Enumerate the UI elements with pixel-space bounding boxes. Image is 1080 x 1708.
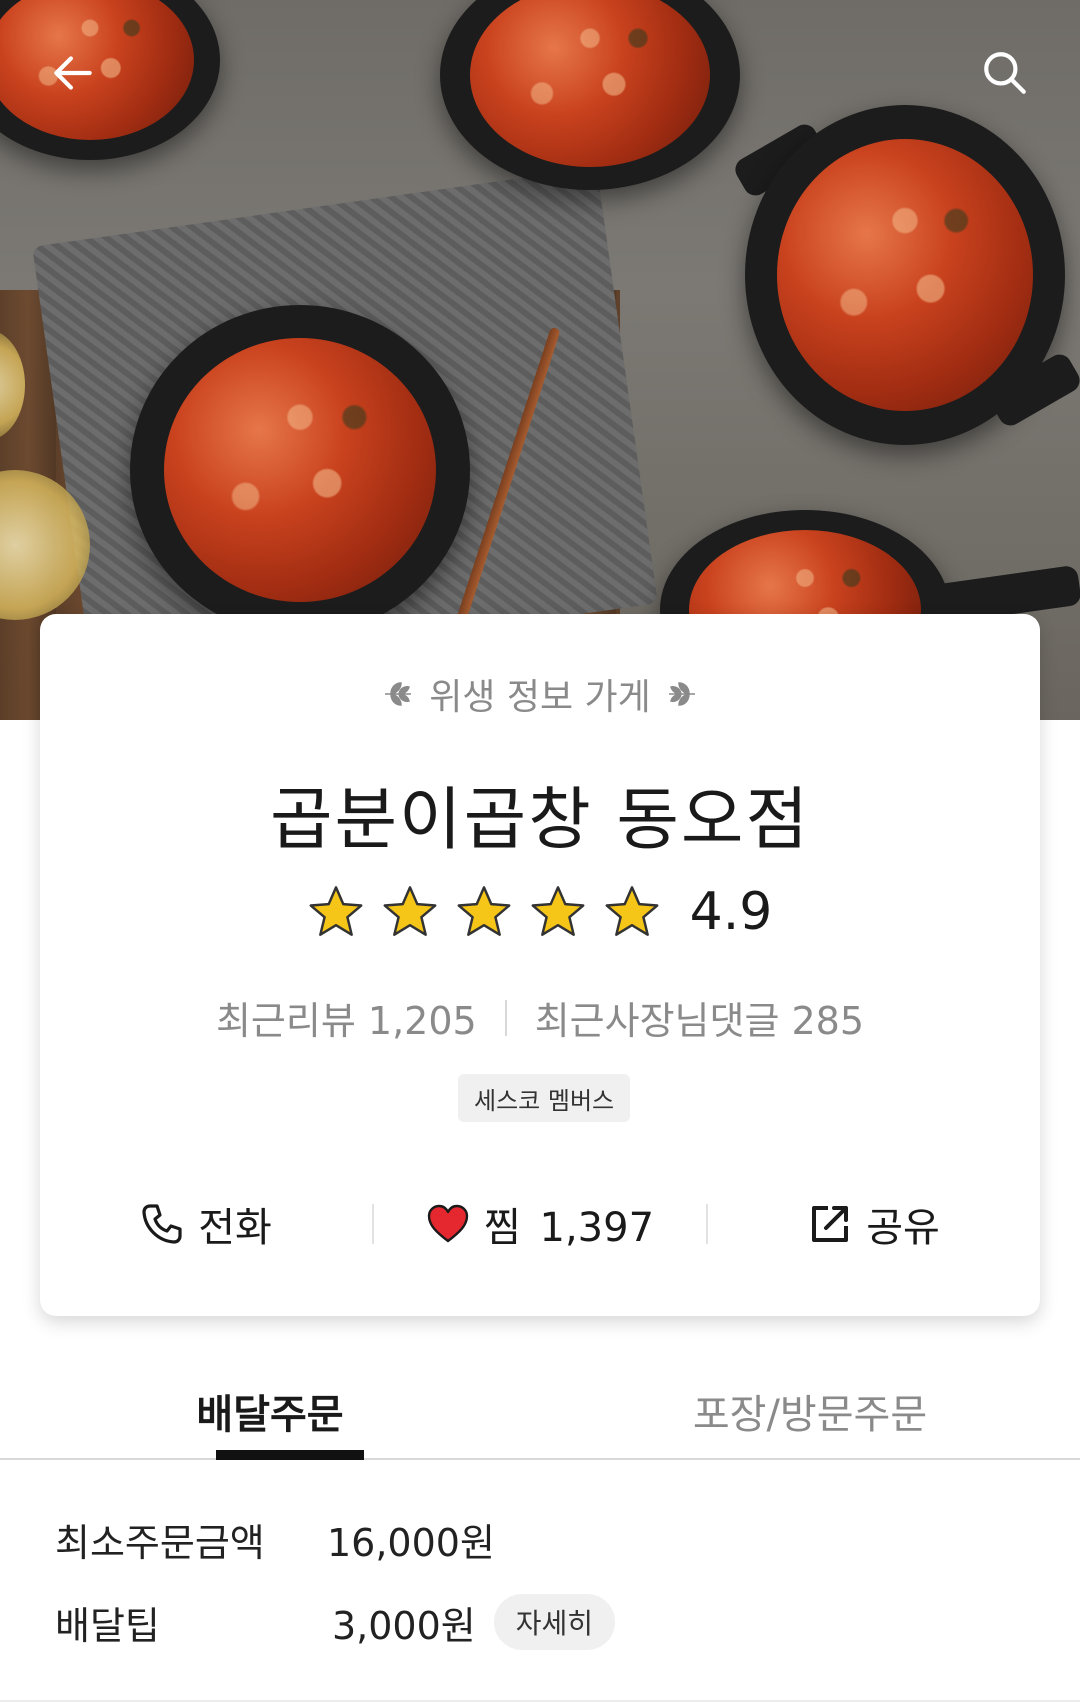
call-button[interactable]: 전화 xyxy=(40,1195,372,1253)
heart-icon xyxy=(427,1204,469,1243)
delivery-tip-detail-button[interactable]: 자세히 xyxy=(493,1594,616,1650)
hygiene-info-label[interactable]: 위생 정보 가게 xyxy=(40,668,1040,720)
share-button[interactable]: 공유 xyxy=(708,1195,1040,1253)
review-counts: 최근리뷰 1,205 최근사장님댓글 285 xyxy=(40,990,1040,1045)
favorite-label: 찜 1,397 xyxy=(484,1195,654,1253)
cesco-members-badge: 세스코 멤버스 xyxy=(458,1074,631,1122)
delivery-tip-label: 배달팁 xyxy=(55,1603,160,1648)
tab-pickup[interactable]: 포장/방문주문 xyxy=(540,1370,1080,1458)
star-icon xyxy=(457,886,511,936)
hygiene-label-text: 위생 정보 가게 xyxy=(429,677,651,718)
arrow-left-icon xyxy=(54,56,92,90)
min-order-row: 최소주문금액 16,000원 xyxy=(55,1512,1015,1567)
min-order-label: 최소주문금액 xyxy=(55,1521,265,1565)
store-action-bar: 전화 찜 1,397 공유 xyxy=(40,1194,1040,1254)
star-icon xyxy=(605,886,659,936)
favorite-count: 1,397 xyxy=(539,1205,655,1251)
food-pan xyxy=(130,305,470,635)
order-type-tabs: 배달주문 포장/방문주문 xyxy=(0,1370,1080,1460)
star-icon xyxy=(383,886,437,936)
store-info-card: 위생 정보 가게 곱분이곱창 동오점 4.9 최근리뷰 1,205 최근사장님댓… xyxy=(40,614,1040,1316)
back-button[interactable] xyxy=(38,38,108,108)
recent-reviews-link[interactable]: 최근리뷰 1,205 xyxy=(216,990,477,1045)
food-pan xyxy=(440,0,740,190)
rating-score: 4.9 xyxy=(689,882,773,942)
search-button[interactable] xyxy=(970,38,1040,108)
food-pan xyxy=(0,0,220,160)
phone-icon xyxy=(142,1204,182,1244)
delivery-tip-value: 3,000원 xyxy=(332,1603,476,1648)
active-tab-indicator xyxy=(216,1450,364,1460)
favorite-text: 찜 xyxy=(483,1205,521,1251)
laurel-right-icon xyxy=(668,682,695,706)
store-hero-image xyxy=(0,0,1080,720)
divider xyxy=(0,1700,1080,1702)
search-icon xyxy=(984,52,1026,94)
tab-pickup-label: 포장/방문주문 xyxy=(692,1392,928,1438)
store-name: 곱분이곱창 동오점 xyxy=(269,781,811,860)
owner-replies-link[interactable]: 최근사장님댓글 285 xyxy=(535,990,864,1045)
tab-delivery[interactable]: 배달주문 xyxy=(0,1370,540,1460)
rating-row[interactable]: 4.9 xyxy=(40,882,1040,942)
tab-delivery-label: 배달주문 xyxy=(196,1392,344,1438)
delivery-tip-row: 배달팁 3,000원 자세히 xyxy=(55,1594,1015,1650)
laurel-left-icon xyxy=(385,682,412,706)
call-label: 전화 xyxy=(198,1205,272,1251)
share-icon xyxy=(812,1206,849,1242)
star-icon xyxy=(531,886,585,936)
min-order-value: 16,000원 xyxy=(327,1521,495,1565)
star-icon xyxy=(309,886,363,936)
divider xyxy=(504,999,507,1036)
favorite-button[interactable]: 찜 1,397 xyxy=(374,1195,706,1253)
share-label: 공유 xyxy=(866,1205,940,1251)
